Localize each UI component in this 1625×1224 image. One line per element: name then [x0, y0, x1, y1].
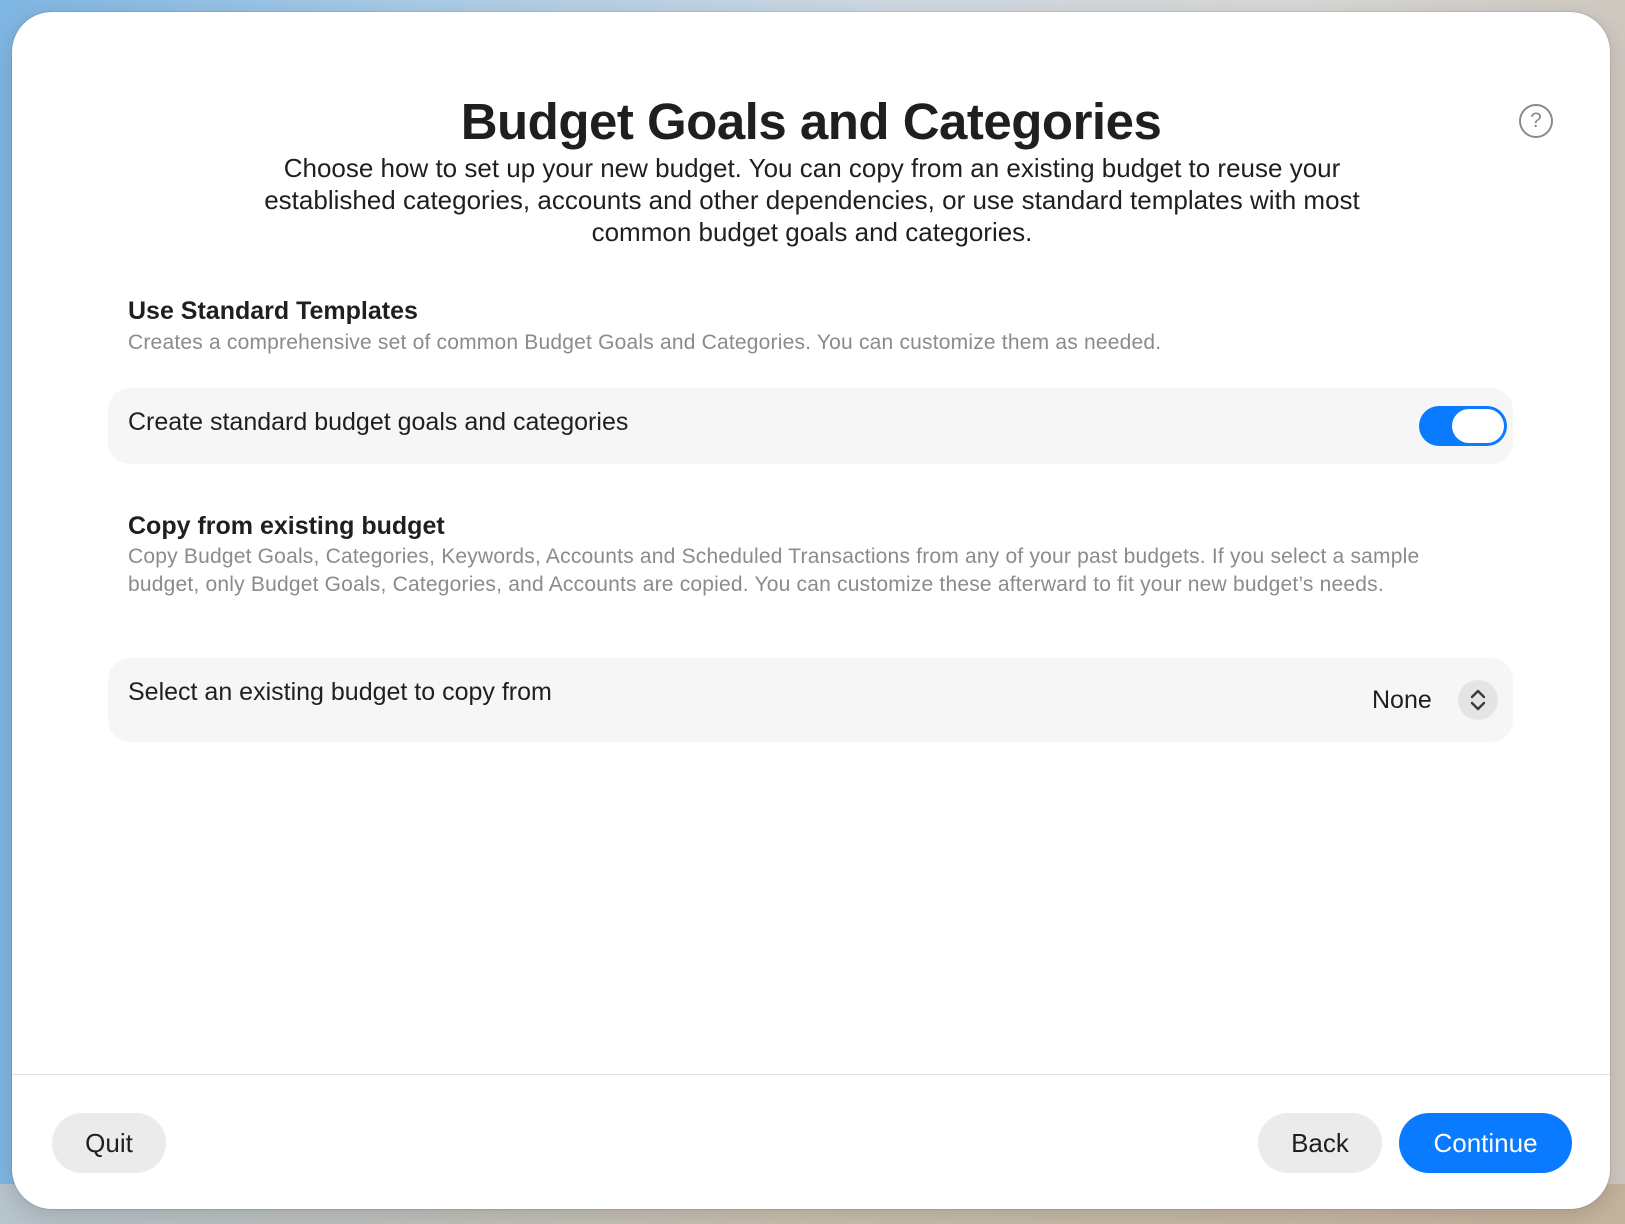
continue-button[interactable]: Continue: [1399, 1113, 1572, 1173]
standard-templates-description: Creates a comprehensive set of common Bu…: [128, 331, 1162, 354]
copy-existing-select-label: Select an existing budget to copy from: [128, 678, 552, 706]
toggle-knob: [1452, 409, 1504, 443]
standard-templates-heading: Use Standard Templates: [128, 297, 418, 325]
quit-button[interactable]: Quit: [52, 1113, 166, 1173]
copy-existing-row: Select an existing budget to copy from N…: [108, 658, 1513, 742]
setup-window: ? Budget Goals and Categories Choose how…: [12, 12, 1610, 1209]
footer-divider: [12, 1074, 1610, 1075]
copy-existing-heading: Copy from existing budget: [128, 512, 445, 540]
budget-select-value[interactable]: None: [1372, 686, 1432, 715]
standard-templates-row: Create standard budget goals and categor…: [108, 388, 1513, 464]
page-title: Budget Goals and Categories: [460, 93, 1162, 150]
back-button[interactable]: Back: [1258, 1113, 1382, 1173]
page-subtitle: Choose how to set up your new budget. Yo…: [264, 153, 1360, 247]
copy-existing-description: Copy Budget Goals, Categories, Keywords,…: [128, 545, 1420, 596]
standard-templates-toggle-label: Create standard budget goals and categor…: [128, 408, 629, 436]
standard-templates-toggle[interactable]: [1419, 406, 1507, 446]
select-stepper-icon[interactable]: [1458, 680, 1498, 720]
